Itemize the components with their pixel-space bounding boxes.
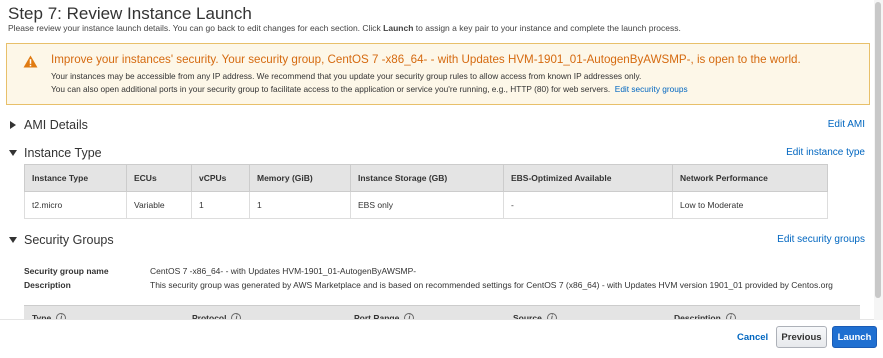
scrollbar-thumb[interactable] [875,2,881,298]
launch-button[interactable]: Launch [832,326,877,348]
desc-text-1: Please review your instance launch detai… [8,23,384,33]
security-warning-box: Improve your instances' security. Your s… [6,43,870,105]
section-title-security: Security Groups [24,233,114,247]
section-ami-details[interactable]: AMI Details [8,118,88,132]
section-security-groups[interactable]: Security Groups [8,233,114,247]
col-vcpus: vCPUs [191,164,250,192]
cell-instance-type: t2.micro [24,191,127,219]
caret-right-icon [8,120,18,130]
section-instance-type[interactable]: Instance Type [8,146,102,160]
cell-network-performance: Low to Moderate [672,191,828,219]
previous-button[interactable]: Previous [776,326,827,348]
warning-icon [23,55,38,68]
desc-launch-bold: Launch [383,23,414,33]
edit-security-groups-link[interactable]: Edit security groups [777,234,865,245]
table-row: t2.micro Variable 1 1 EBS only - Low to … [24,191,828,219]
warning-line-2-text: You can also open additional ports in yo… [51,84,611,94]
warning-line-1: Your instances may be accessible from an… [51,71,642,81]
col-network-performance: Network Performance [672,164,828,192]
section-title-instance: Instance Type [24,146,102,160]
security-group-name-row: Security group name CentOS 7 -x86_64- - w… [24,266,416,276]
desc-text-2: to assign a key pair to your instance an… [413,23,681,33]
warning-edit-security-groups-link[interactable]: Edit security groups [615,84,688,94]
edit-ami-link[interactable]: Edit AMI [828,119,865,130]
col-instance-storage: Instance Storage (GB) [350,164,504,192]
warning-line-2: You can also open additional ports in yo… [51,84,688,94]
col-memory: Memory (GiB) [249,164,351,192]
cell-ebs-optimized: - [503,191,673,219]
vertical-scrollbar[interactable] [874,0,883,320]
section-title-ami: AMI Details [24,118,88,132]
caret-down-icon [8,235,18,245]
security-group-description-label: Description [24,280,71,290]
table-header-row: Instance Type ECUs vCPUs Memory (GiB) In… [24,164,828,192]
footer-bar: Cancel Previous Launch [0,319,883,358]
edit-instance-type-link[interactable]: Edit instance type [786,147,865,158]
instance-type-table: Instance Type ECUs vCPUs Memory (GiB) In… [24,164,828,219]
security-group-name-label: Security group name [24,266,109,276]
warning-title: Improve your instances' security. Your s… [51,53,801,66]
cell-memory: 1 [249,191,351,219]
cell-ecus: Variable [126,191,192,219]
col-ebs-optimized: EBS-Optimized Available [503,164,673,192]
page-title: Step 7: Review Instance Launch [8,4,252,23]
cell-instance-storage: EBS only [350,191,504,219]
cell-vcpus: 1 [191,191,250,219]
page-description: Please review your instance launch detai… [8,23,681,33]
col-ecus: ECUs [126,164,192,192]
caret-down-icon [8,148,18,158]
security-group-name-value: CentOS 7 -x86_64- - with Updates HVM-190… [150,266,417,276]
col-instance-type: Instance Type [24,164,127,192]
security-group-description-row: Description This security group was gener… [24,280,833,290]
security-group-description-value: This security group was generated by AWS… [150,280,833,290]
cancel-button[interactable]: Cancel [737,332,768,343]
